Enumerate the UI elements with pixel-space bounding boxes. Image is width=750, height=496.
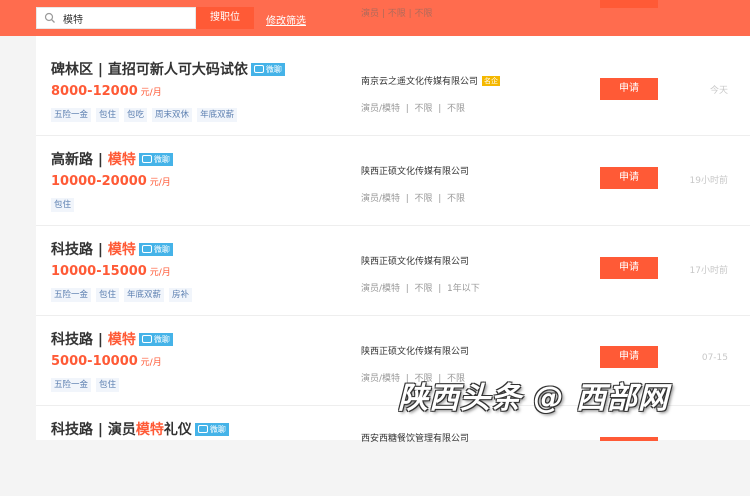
wechat-label: 微聊 (153, 335, 170, 344)
verified-company-badge: 名企 (482, 76, 501, 86)
benefit-tag: 包住 (96, 288, 120, 302)
benefit-tag: 包住 (96, 108, 120, 122)
salary-range: 10000-15000 (51, 264, 147, 279)
wechat-label: 微聊 (153, 245, 170, 254)
benefit-tags: 五险一金 包住 (51, 378, 124, 392)
company-link[interactable]: 陕西正硕文化传媒有限公司 (361, 167, 469, 177)
search-box[interactable] (36, 7, 196, 29)
job-location: 科技路 | (51, 332, 108, 348)
company-name[interactable]: 西安西糖餐饮管理有限公司 (361, 431, 469, 444)
wechat-badge[interactable]: 微聊 (250, 63, 285, 76)
job-card[interactable]: 碑林区 | 直招可新人可大码试依 微聊 8000-12000 元/月 五险一金 包住… (36, 46, 750, 136)
wechat-badge[interactable]: 微聊 (138, 153, 173, 166)
benefit-tags: 五险一金 包住 包吃 周末双休 年底双薪 (51, 108, 242, 122)
job-title[interactable]: 科技路 | 模特 微聊 (51, 329, 173, 349)
company-link[interactable]: 西安西糖餐饮管理有限公司 (361, 434, 469, 444)
benefit-tag: 年底双薪 (124, 288, 165, 302)
job-card[interactable]: 科技路 | 模特 微聊 10000-15000 元/月 五险一金 包住 年底双薪 房补 … (36, 226, 750, 316)
salary-range: 5000-10000 (51, 354, 138, 369)
salary-unit: 元/月 (137, 88, 162, 98)
salary: 10000-15000 元/月 (51, 264, 171, 279)
search-icon (44, 12, 55, 23)
modify-filter-link[interactable]: 修改筛选 (266, 12, 306, 27)
scrolled-requirements: 演员 | 不限 | 不限 (361, 9, 433, 19)
apply-button[interactable]: 申请 (600, 257, 658, 279)
job-location: 高新路 | (51, 152, 108, 168)
benefit-tag: 包住 (96, 378, 120, 392)
salary: 10000-20000 元/月 (51, 174, 171, 189)
wechat-badge[interactable]: 微聊 (138, 333, 173, 346)
salary-unit: 元/月 (146, 268, 171, 278)
wechat-label: 微聊 (153, 155, 170, 164)
apply-button[interactable]: 申请 (600, 346, 658, 368)
benefit-tags: 包住 (51, 198, 79, 212)
job-card[interactable]: 科技路 | 演员模特礼仪 微聊 西安西糖餐饮管理有限公司 (36, 406, 750, 496)
company-name[interactable]: 陕西正硕文化传媒有限公司 (361, 164, 469, 177)
post-time: 今天 (709, 86, 728, 96)
job-title-keyword: 模特 (107, 332, 136, 348)
benefit-tag: 五险一金 (51, 288, 92, 302)
job-title-text: 演员 (107, 422, 136, 438)
salary-range: 8000-12000 (51, 84, 138, 99)
job-title-keyword: 模特 (135, 422, 164, 438)
salary: 5000-10000 元/月 (51, 354, 162, 369)
job-title[interactable]: 碑林区 | 直招可新人可大码试依 微聊 (51, 59, 285, 79)
watermark: 陕西头条 @ 西部网 (398, 381, 669, 416)
company-name[interactable]: 南京云之遥文化传媒有限公司 名企 (361, 74, 501, 87)
benefit-tag: 包吃 (124, 108, 148, 122)
job-title-keyword: 模特 (107, 152, 136, 168)
job-title-text: 礼仪 (163, 422, 192, 438)
company-link[interactable]: 陕西正硕文化传媒有限公司 (361, 347, 469, 357)
chat-bubble-icon (141, 155, 152, 163)
job-location: 科技路 | (51, 242, 108, 258)
chat-bubble-icon (197, 425, 208, 433)
job-title[interactable]: 科技路 | 演员模特礼仪 微聊 (51, 419, 229, 439)
post-time: 07-15 (701, 353, 728, 363)
job-title[interactable]: 科技路 | 模特 微聊 (51, 239, 173, 259)
job-location: 科技路 | (51, 422, 108, 438)
salary: 8000-12000 元/月 (51, 84, 162, 99)
wechat-label: 微聊 (265, 65, 282, 74)
apply-button[interactable]: 申请 (600, 167, 658, 189)
salary-unit: 元/月 (146, 178, 171, 188)
benefit-tag: 年底双薪 (197, 108, 238, 122)
chat-bubble-icon (141, 335, 152, 343)
job-title[interactable]: 高新路 | 模特 微聊 (51, 149, 173, 169)
chat-bubble-icon (141, 245, 152, 253)
job-location: 碑林区 | (51, 62, 108, 78)
job-card[interactable]: 高新路 | 模特 微聊 10000-20000 元/月 包住 陕西正硕文化传媒有限… (36, 136, 750, 226)
chat-bubble-icon (253, 65, 264, 73)
apply-button-peek[interactable] (600, 0, 658, 8)
wechat-label: 微聊 (209, 425, 226, 434)
benefit-tag: 房补 (169, 288, 193, 302)
apply-button[interactable] (600, 437, 658, 441)
salary-range: 10000-20000 (51, 174, 147, 189)
search-button[interactable]: 搜职位 (196, 7, 254, 29)
search-header: 演员 | 不限 | 不限 搜职位 修改筛选 (0, 0, 750, 36)
company-link[interactable]: 陕西正硕文化传媒有限公司 (361, 257, 469, 267)
benefit-tag: 周末双休 (152, 108, 193, 122)
job-requirements: 演员/模特 | 不限 | 不限 (361, 194, 465, 204)
benefit-tag: 五险一金 (51, 108, 92, 122)
job-requirements: 演员/模特 | 不限 | 1年以下 (361, 284, 480, 294)
benefit-tag: 包住 (51, 198, 75, 212)
post-time: 19小时前 (689, 176, 728, 186)
benefit-tags: 五险一金 包住 年底双薪 房补 (51, 288, 197, 302)
benefit-tag: 五险一金 (51, 378, 92, 392)
apply-button[interactable]: 申请 (600, 78, 658, 100)
search-input[interactable] (63, 10, 188, 26)
post-time: 17小时前 (689, 266, 728, 276)
job-title-keyword: 模特 (107, 242, 136, 258)
salary-unit: 元/月 (137, 358, 162, 368)
wechat-badge[interactable]: 微聊 (138, 243, 173, 256)
company-name[interactable]: 陕西正硕文化传媒有限公司 (361, 254, 469, 267)
company-link[interactable]: 南京云之遥文化传媒有限公司 (361, 77, 478, 87)
job-requirements: 演员/模特 | 不限 | 不限 (361, 104, 465, 114)
company-name[interactable]: 陕西正硕文化传媒有限公司 (361, 344, 469, 357)
job-title-text: 直招可新人可大码试依 (107, 62, 248, 78)
wechat-badge[interactable]: 微聊 (194, 423, 229, 436)
